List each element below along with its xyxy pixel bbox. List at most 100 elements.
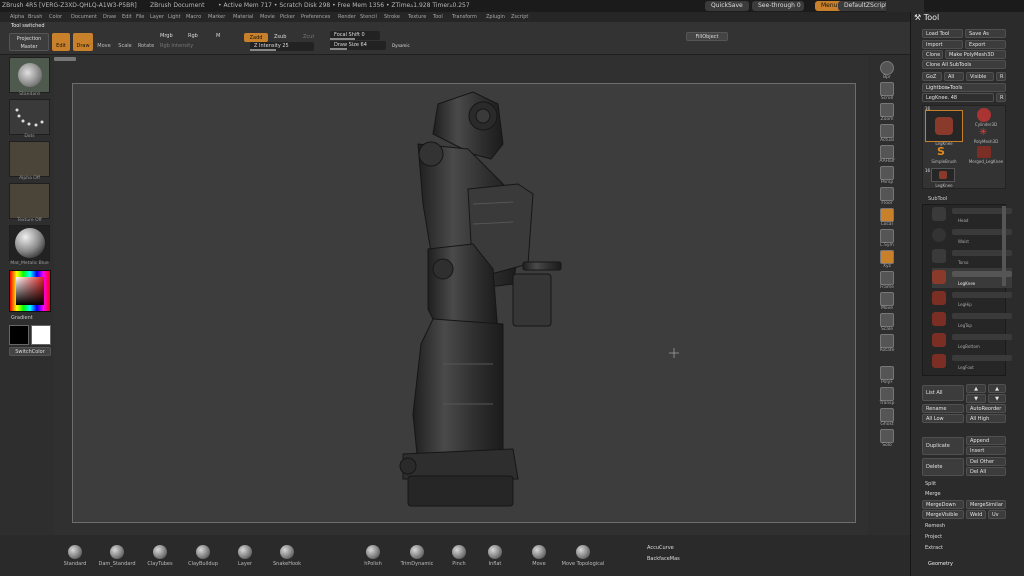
ghost-button[interactable]: Ghost xyxy=(878,408,896,427)
brush-snakehook[interactable]: SnakeHook xyxy=(266,535,308,567)
uv-button[interactable]: Uv xyxy=(988,510,1006,519)
legbottom-subtool-controls[interactable] xyxy=(952,334,1012,340)
fill-object-button[interactable]: FillObject xyxy=(686,32,728,41)
menu-tool[interactable]: Tool xyxy=(433,12,443,22)
clone-button[interactable]: Clone xyxy=(922,50,943,59)
rotate-view-button[interactable]: Rotate xyxy=(878,334,896,353)
m-button[interactable]: M xyxy=(216,33,220,39)
rotate-button[interactable]: Rotate xyxy=(137,33,155,51)
secondary-color-swatch[interactable] xyxy=(31,325,51,345)
floor-button[interactable]: Floor xyxy=(878,187,896,206)
remesh-section[interactable]: Remesh xyxy=(925,523,945,529)
save-as-button[interactable]: Save As xyxy=(965,29,1006,38)
merge-similar-button[interactable]: MergeSimilar xyxy=(966,500,1006,509)
lsym-button[interactable]: L.Sym xyxy=(878,229,896,248)
cylinder3d-thumb-icon[interactable] xyxy=(977,108,991,122)
projection-master-button[interactable]: Projection Master xyxy=(9,33,49,51)
subtool-row-waist[interactable]: Waist xyxy=(932,226,1012,246)
move-down-alt-button[interactable]: ▼ xyxy=(988,394,1006,403)
menu-draw[interactable]: Draw xyxy=(103,12,116,22)
dynamic-button[interactable]: Dynamic xyxy=(392,43,410,48)
menu-picker[interactable]: Picker xyxy=(280,12,295,22)
extract-section[interactable]: Extract xyxy=(925,545,943,551)
brush-claybuildup[interactable]: ClayBuildup xyxy=(182,535,224,567)
weld-button[interactable]: Weld xyxy=(966,510,986,519)
brush-standard[interactable]: Standard xyxy=(54,535,96,567)
actual-button[interactable]: Actual xyxy=(878,124,896,143)
move-up-button[interactable]: ▲ xyxy=(966,384,986,393)
all-high-button[interactable]: All High xyxy=(966,414,1006,423)
menu-zplugin[interactable]: Zplugin xyxy=(486,12,505,22)
subtool-row-legbottom[interactable]: LegBottom xyxy=(932,331,1012,351)
focal-shift-slider[interactable]: Focal Shift 0 xyxy=(330,31,380,40)
see-through-slider[interactable]: See-through 0 xyxy=(752,1,804,11)
brush-layer[interactable]: Layer xyxy=(224,535,266,567)
current-tool-slider[interactable]: LegKnee. 48 xyxy=(922,93,994,102)
menu-render[interactable]: Render xyxy=(338,12,356,22)
subtool-row-torso[interactable]: Torso xyxy=(932,247,1012,267)
list-all-button[interactable]: List All xyxy=(922,385,964,401)
append-button[interactable]: Append xyxy=(966,436,1006,445)
subtool-row-head[interactable]: Head xyxy=(932,205,1012,225)
thumb-legknee[interactable] xyxy=(925,110,963,142)
menu-macro[interactable]: Macro xyxy=(186,12,201,22)
xyz-button[interactable]: Xyz xyxy=(878,250,896,269)
rgb-intensity-slider[interactable]: Rgb Intensity xyxy=(160,43,193,49)
subtool-row-legknee[interactable]: LegKnee xyxy=(932,268,1012,288)
move-up-alt-button[interactable]: ▲ xyxy=(988,384,1006,393)
del-other-button[interactable]: Del Other xyxy=(966,457,1006,466)
brush-selector[interactable] xyxy=(9,57,50,93)
stroke-selector[interactable] xyxy=(9,99,50,135)
del-all-button[interactable]: Del All xyxy=(966,467,1006,476)
transp-button[interactable]: Transp xyxy=(878,387,896,406)
menu-texture[interactable]: Texture xyxy=(408,12,426,22)
subtool-row-legfoot[interactable]: LegFoot xyxy=(932,352,1012,372)
brush-inflat[interactable]: Inflat xyxy=(474,535,516,567)
zcut-button[interactable]: Zcut xyxy=(303,34,314,40)
merge-section[interactable]: Merge xyxy=(925,491,941,497)
auto-reorder-button[interactable]: AutoReorder xyxy=(966,404,1006,413)
switch-color-button[interactable]: SwitchColor xyxy=(9,347,51,356)
brush-claytubes[interactable]: ClayTubes xyxy=(139,535,181,567)
quicksave-button[interactable]: QuickSave xyxy=(705,1,749,11)
export-button[interactable]: Export xyxy=(965,40,1006,49)
move-view-button[interactable]: Move xyxy=(878,292,896,311)
legfoot-subtool-controls[interactable] xyxy=(952,355,1012,361)
document-viewport[interactable] xyxy=(72,83,856,523)
menu-document[interactable]: Document xyxy=(71,12,97,22)
merge-visible-button[interactable]: MergeVisible xyxy=(922,510,964,519)
z-intensity-slider[interactable]: Z Intensity 25 xyxy=(250,42,314,51)
split-section[interactable]: Split xyxy=(925,481,936,487)
brush-move-topological[interactable]: Move Topological xyxy=(559,535,607,567)
menu-brush[interactable]: Brush xyxy=(28,12,42,22)
thumb-legknee-small[interactable] xyxy=(931,168,955,182)
brush-trimdynamic[interactable]: TrimDynamic xyxy=(396,535,438,567)
solo-button[interactable]: Solo xyxy=(878,429,896,448)
clone-all-subtools-button[interactable]: Clone All SubTools xyxy=(922,60,1006,69)
polyf-button[interactable]: PolyF xyxy=(878,366,896,385)
menu-color[interactable]: Color xyxy=(49,12,62,22)
move-down-button[interactable]: ▼ xyxy=(966,394,986,403)
accucurve-button[interactable]: AccuCurve xyxy=(647,545,674,551)
goz-r-button[interactable]: R xyxy=(996,72,1006,81)
menu-edit[interactable]: Edit xyxy=(122,12,132,22)
brush-hpolish[interactable]: hPolish xyxy=(352,535,394,567)
edit-button[interactable]: Edit xyxy=(52,33,70,51)
brush-move[interactable]: Move xyxy=(518,535,560,567)
aahalf-button[interactable]: AAHalf xyxy=(878,145,896,164)
window-controls[interactable] xyxy=(886,0,924,12)
menu-stroke[interactable]: Stroke xyxy=(384,12,400,22)
goz-all-button[interactable]: All xyxy=(944,72,964,81)
draw-size-slider[interactable]: Draw Size 64 xyxy=(330,41,386,50)
current-tool-r-button[interactable]: R xyxy=(996,93,1006,102)
scale-button[interactable]: Scale xyxy=(116,33,134,51)
persp-button[interactable]: Persp xyxy=(878,166,896,185)
rgb-button[interactable]: Rgb xyxy=(188,33,198,39)
goz-button[interactable]: GoZ xyxy=(922,72,942,81)
menu-light[interactable]: Light xyxy=(168,12,180,22)
local-button[interactable]: Local xyxy=(878,208,896,227)
leghip-subtool-controls[interactable] xyxy=(952,292,1012,298)
menu-file[interactable]: File xyxy=(136,12,144,22)
merged-legknee-thumb-icon[interactable] xyxy=(977,146,991,158)
subtool-header[interactable]: SubTool xyxy=(928,196,947,202)
